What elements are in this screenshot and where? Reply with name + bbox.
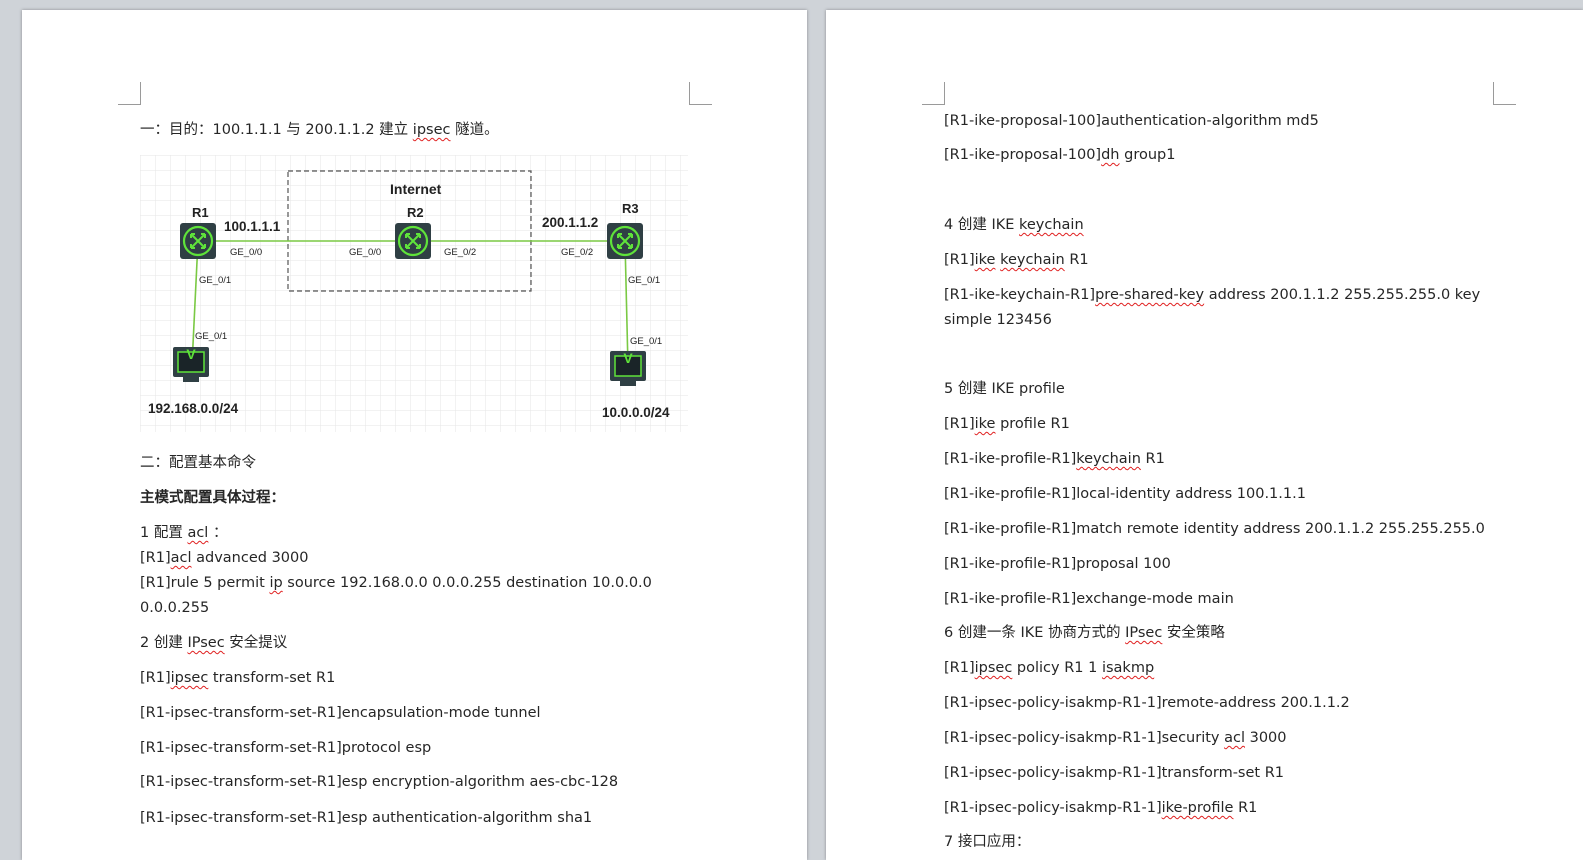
network-topology-diagram: Internet V V R1 R2 R3 100.1.1.1 200.1.1.… [140,155,688,432]
spell-flag: ipsec [412,122,451,138]
step2-title: 2 创建 IPsec 安全提议 [140,635,288,651]
step4-title: 4 创建 IKE keychain [944,217,1084,233]
cmd-pre-shared-key-cont: simple 123456 [944,312,1052,328]
spell-flag: pre-shared-key [1095,287,1205,303]
pc1-glyph: V [186,346,196,362]
margin-corner-top-right [1493,82,1516,105]
router-r3-icon[interactable] [605,221,645,261]
spell-flag: acl [1224,730,1245,746]
router-r2-icon[interactable] [393,221,433,261]
port-r1-ge01: GE_0/1 [199,275,231,286]
margin-corner-top-right [689,82,712,105]
spell-flag: ike-profile [1161,800,1234,816]
router-r1-label: R1 [192,205,209,220]
cmd-profile-keychain: [R1-ike-profile-R1]keychain R1 [944,451,1165,467]
cmd-ike-auth: [R1-ike-proposal-100]authentication-algo… [944,113,1319,129]
cmd-acl-advanced: [R1]acl advanced 3000 [140,550,309,566]
spell-flag: acl [187,525,209,541]
margin-corner-top-left [922,82,945,105]
port-r2-ge00: GE_0/0 [349,247,381,258]
spell-flag: IPsec [187,635,225,651]
cmd-rule-permit: [R1]rule 5 permit ip source 192.168.0.0 … [140,575,652,591]
document-page-right: [R1-ike-proposal-100]authentication-algo… [826,10,1583,860]
router-r1-icon[interactable] [178,221,218,261]
cmd-transform-set: [R1]ipsec transform-set R1 [140,670,336,686]
port-r3-ge01: GE_0/1 [628,275,660,286]
port-pc1-ge01: GE_0/1 [195,331,227,342]
cmd-remote-address: [R1-ipsec-policy-isakmp-R1-1]remote-addr… [944,695,1350,711]
cmd-policy-transform-set: [R1-ipsec-policy-isakmp-R1-1]transform-s… [944,765,1284,781]
internet-label: Internet [390,181,442,197]
cmd-policy-ike-profile: [R1-ipsec-policy-isakmp-R1-1]ike-profile… [944,800,1258,816]
r3-ip-label: 200.1.1.2 [542,215,598,230]
heading-purpose: 一：目的：100.1.1.1 与 200.1.1.2 建立 ipsec 隧道。 [140,122,499,138]
spell-flag: dh [1101,147,1120,163]
port-pc2-ge01: GE_0/1 [630,336,662,347]
spell-flag: keychain [1000,252,1065,268]
r1-ip-label: 100.1.1.1 [224,219,281,234]
spell-flag: IPsec [1125,625,1163,641]
spell-flag: keychain [1019,217,1084,233]
spell-flag: acl [170,550,192,566]
spell-flag: ip [269,575,283,591]
port-r3-ge02: GE_0/2 [561,247,593,258]
router-r3-label: R3 [622,201,639,216]
heading-main-mode: 主模式配置具体过程： [140,490,285,506]
cmd-match-remote: [R1-ike-profile-R1]match remote identity… [944,521,1485,537]
spell-flag: ike [974,416,996,432]
spell-flag: ike [974,252,996,268]
cmd-authentication: [R1-ipsec-transform-set-R1]esp authentic… [140,810,593,826]
network-label-pc1: 192.168.0.0/24 [148,401,239,416]
cmd-local-identity: [R1-ike-profile-R1]local-identity addres… [944,486,1306,502]
port-r2-ge02: GE_0/2 [444,247,476,258]
router-r2-label: R2 [407,205,424,220]
cmd-protocol: [R1-ipsec-transform-set-R1]protocol esp [140,740,432,756]
network-label-pc2: 10.0.0.0/24 [602,405,670,420]
document-page-left: 一：目的：100.1.1.1 与 200.1.1.2 建立 ipsec 隧道。 [22,10,807,860]
cmd-ike-profile: [R1]ike profile R1 [944,416,1070,432]
cmd-security-acl: [R1-ipsec-policy-isakmp-R1-1]security ac… [944,730,1287,746]
cmd-ike-dh: [R1-ike-proposal-100]dh group1 [944,147,1176,163]
heading-basic-commands: 二：配置基本命令 [140,455,256,471]
cmd-encapsulation: [R1-ipsec-transform-set-R1]encapsulation… [140,705,541,721]
spell-flag: isakmp [1101,660,1155,676]
cmd-encryption: [R1-ipsec-transform-set-R1]esp encryptio… [140,774,619,790]
cmd-exchange-mode: [R1-ike-profile-R1]exchange-mode main [944,591,1234,607]
spell-flag: keychain [1076,451,1141,467]
step7-title: 7 接口应用： [944,834,1031,850]
pc2-glyph: V [623,350,633,366]
port-r1-ge00: GE_0/0 [230,247,262,258]
spell-flag: ipsec [170,670,209,686]
cmd-ipsec-policy: [R1]ipsec policy R1 1 isakmp [944,660,1155,676]
spell-flag: ipsec [974,660,1013,676]
step6-title: 6 创建一条 IKE 协商方式的 IPsec 安全策略 [944,625,1225,641]
step1-title: 1 配置 acl ： [140,525,228,541]
step5-title: 5 创建 IKE profile [944,381,1065,397]
cmd-ike-keychain: [R1]ike keychain R1 [944,252,1089,268]
cmd-profile-proposal: [R1-ike-profile-R1]proposal 100 [944,556,1171,572]
margin-corner-top-left [118,82,141,105]
cmd-rule-permit-cont: 0.0.0.255 [140,600,210,616]
cmd-pre-shared-key: [R1-ike-keychain-R1]pre-shared-key addre… [944,287,1481,303]
